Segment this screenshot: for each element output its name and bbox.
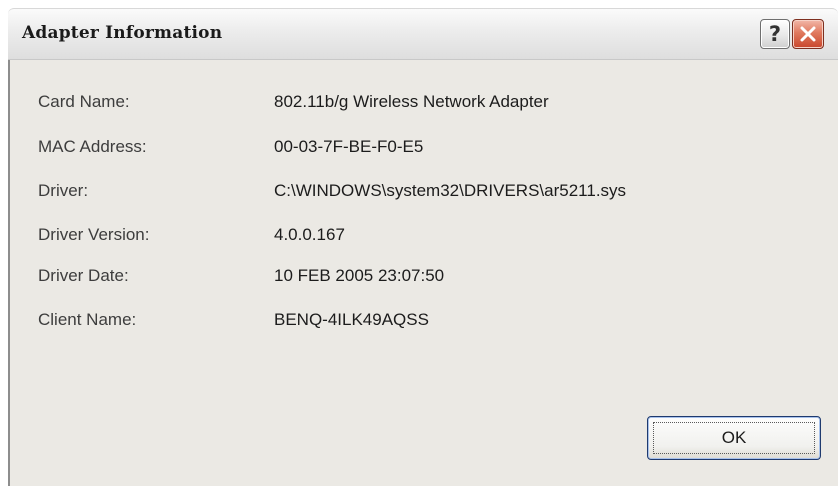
driver-date-value: 10 FEB 2005 23:07:50: [274, 266, 445, 285]
dialog-body: Card Name: 802.11b/g Wireless Network Ad…: [8, 60, 838, 486]
field-row-card-name: Card Name: 802.11b/g Wireless Network Ad…: [10, 92, 830, 116]
adapter-information-dialog: Adapter Information ? Card Name: 802.11b…: [0, 0, 838, 486]
field-row-mac-address: MAC Address: 00-03-7F-BE-F0-E5: [10, 137, 830, 161]
field-row-driver: Driver: C:\WINDOWS\system32\DRIVERS\ar52…: [10, 181, 830, 205]
title-bar[interactable]: Adapter Information ?: [8, 8, 838, 60]
driver-value: C:\WINDOWS\system32\DRIVERS\ar5211.sys: [274, 181, 627, 200]
driver-label: Driver:: [38, 181, 89, 200]
focus-indicator: [653, 422, 815, 454]
help-icon: ?: [768, 21, 782, 46]
card-name-label: Card Name:: [38, 92, 130, 111]
mac-address-label: MAC Address:: [38, 137, 147, 156]
client-name-label: Client Name:: [38, 310, 137, 329]
close-icon: [800, 26, 816, 42]
field-row-client-name: Client Name: BENQ-4ILK49AQSS: [10, 310, 830, 334]
driver-date-label: Driver Date:: [38, 266, 129, 285]
client-name-value: BENQ-4ILK49AQSS: [274, 310, 429, 329]
help-button[interactable]: ?: [760, 19, 790, 49]
driver-version-value: 4.0.0.167: [274, 225, 345, 244]
card-name-value: 802.11b/g Wireless Network Adapter: [274, 92, 549, 111]
ok-button[interactable]: OK: [647, 416, 821, 460]
field-row-driver-date: Driver Date: 10 FEB 2005 23:07:50: [10, 266, 830, 290]
dialog-title: Adapter Information: [22, 23, 223, 43]
close-button[interactable]: [792, 19, 824, 49]
field-row-driver-version: Driver Version: 4.0.0.167: [10, 225, 830, 249]
mac-address-value: 00-03-7F-BE-F0-E5: [274, 137, 424, 156]
driver-version-label: Driver Version:: [38, 225, 150, 244]
